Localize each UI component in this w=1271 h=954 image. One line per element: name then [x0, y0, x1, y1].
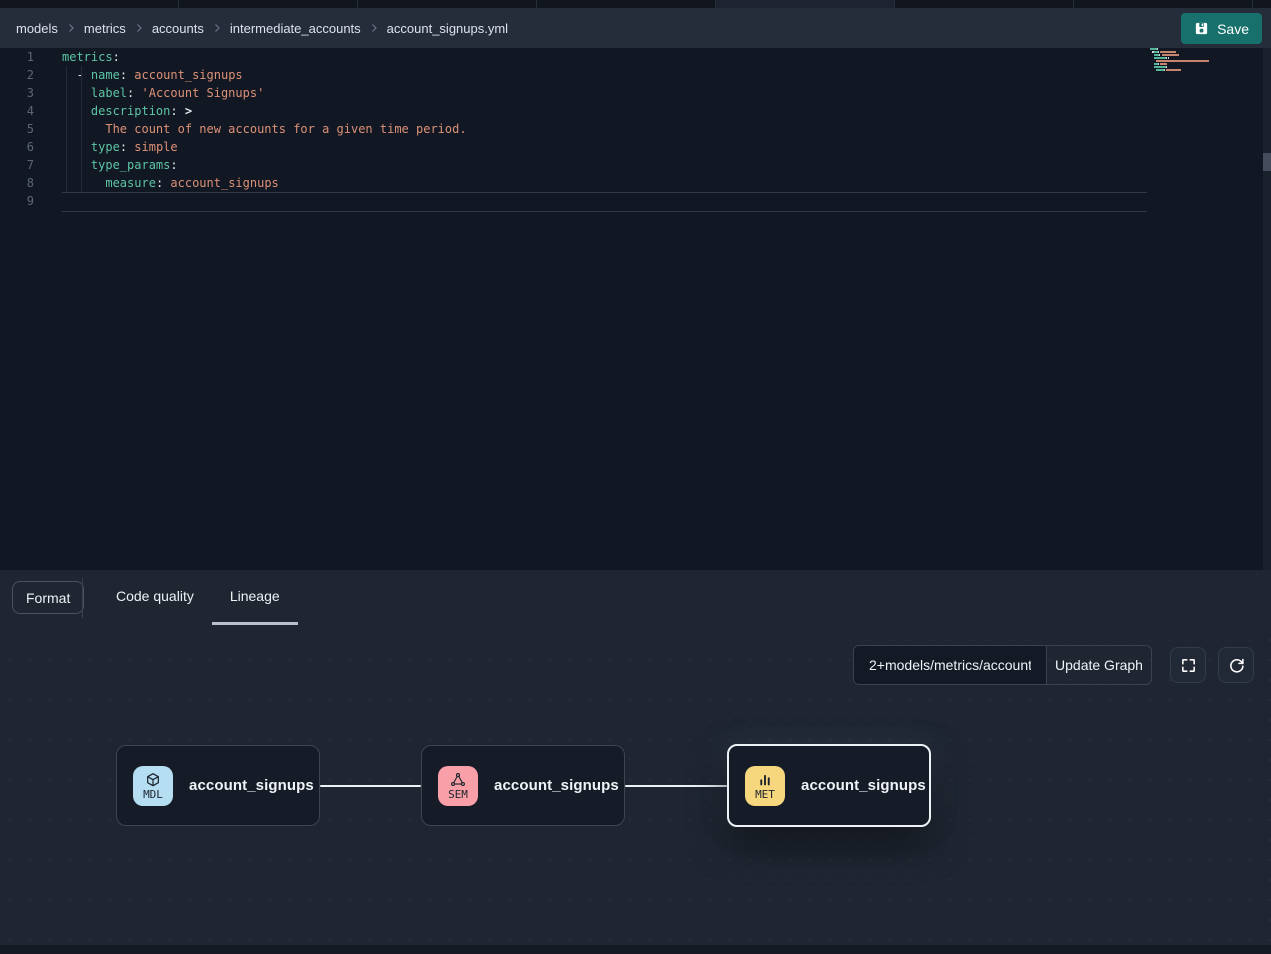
code-line[interactable]: 4 description: > — [0, 102, 1271, 120]
code-line[interactable]: 6 type: simple — [0, 138, 1271, 156]
save-icon — [1194, 21, 1209, 36]
canvas-bottom-strip — [0, 945, 1271, 954]
lineage-node-model[interactable]: MDL account_signups — [116, 745, 320, 826]
chevron-right-icon — [368, 22, 380, 34]
node-label: account_signups — [189, 777, 314, 794]
editor-tab[interactable] — [358, 0, 537, 8]
refresh-button[interactable] — [1218, 647, 1254, 683]
chevron-right-icon — [211, 22, 223, 34]
breadcrumb-item-intermediate-accounts[interactable]: intermediate_accounts — [230, 21, 361, 36]
panel-tabs: Code quality Lineage — [98, 570, 298, 630]
metric-badge: MET — [745, 766, 785, 806]
tab-lineage[interactable]: Lineage — [212, 570, 298, 625]
save-button-label: Save — [1217, 21, 1249, 37]
update-graph-button[interactable]: Update Graph — [1046, 646, 1151, 684]
cube-icon — [145, 772, 161, 788]
editor-tab[interactable] — [1253, 0, 1271, 8]
panel-tabbar: Format Code quality Lineage — [0, 570, 1271, 630]
code-line[interactable]: 5 The count of new accounts for a given … — [0, 120, 1271, 138]
line-number: 2 — [0, 66, 34, 84]
semantic-badge: SEM — [438, 766, 478, 806]
editor-tab[interactable] — [0, 0, 179, 8]
node-label: account_signups — [801, 777, 926, 794]
tab-code-quality[interactable]: Code quality — [98, 570, 212, 625]
indent-guide — [81, 66, 82, 192]
fullscreen-button[interactable] — [1170, 647, 1206, 683]
tabbar-divider — [82, 578, 83, 618]
code-line[interactable]: 9 — [0, 192, 1271, 210]
breadcrumb-item-accounts[interactable]: accounts — [152, 21, 204, 36]
format-button[interactable]: Format — [12, 581, 84, 614]
editor-tab[interactable] — [179, 0, 358, 8]
editor-tab[interactable] — [537, 0, 716, 8]
bar-chart-icon — [757, 772, 773, 788]
line-number: 9 — [0, 192, 34, 210]
code-editor[interactable]: 1metrics:2 - name: account_signups3 labe… — [0, 48, 1271, 570]
breadcrumb-item-filename[interactable]: account_signups.yml — [387, 21, 508, 36]
editor-tab[interactable] — [895, 0, 1074, 8]
semantic-network-icon — [450, 772, 466, 788]
code-line[interactable]: 3 label: 'Account Signups' — [0, 84, 1271, 102]
refresh-icon — [1228, 657, 1245, 674]
lineage-canvas[interactable]: Update Graph — [0, 630, 1271, 954]
bottom-panel: Format Code quality Lineage Update Graph — [0, 570, 1271, 954]
editor-tab[interactable] — [1074, 0, 1253, 8]
code-line[interactable]: 7 type_params: — [0, 156, 1271, 174]
lineage-node-semantic-model[interactable]: SEM account_signups — [421, 745, 625, 826]
code-line[interactable]: 8 measure: account_signups — [0, 174, 1271, 192]
lineage-edge — [625, 785, 727, 787]
line-number: 4 — [0, 102, 34, 120]
chevron-right-icon — [133, 22, 145, 34]
breadcrumb-bar: models metrics accounts intermediate_acc… — [0, 8, 1271, 48]
editor-scrollbar[interactable] — [1263, 48, 1271, 570]
code-lines: 1metrics:2 - name: account_signups3 labe… — [0, 48, 1271, 210]
editor-tab-active[interactable] — [716, 0, 895, 8]
breadcrumb-item-models[interactable]: models — [16, 21, 58, 36]
lineage-selector-group: Update Graph — [853, 645, 1152, 685]
lineage-node-metric[interactable]: MET account_signups — [727, 744, 931, 827]
minimap[interactable] — [1150, 48, 1212, 75]
chevron-right-icon — [65, 22, 77, 34]
line-number: 1 — [0, 48, 34, 66]
badge-label: MDL — [143, 789, 163, 800]
editor-tab-strip — [0, 0, 1271, 8]
code-line[interactable]: 2 - name: account_signups — [0, 66, 1271, 84]
breadcrumb-item-metrics[interactable]: metrics — [84, 21, 126, 36]
code-line[interactable]: 1metrics: — [0, 48, 1271, 66]
editor-scrollbar-thumb[interactable] — [1263, 153, 1271, 171]
line-number: 8 — [0, 174, 34, 192]
breadcrumb: models metrics accounts intermediate_acc… — [16, 21, 508, 36]
line-number: 7 — [0, 156, 34, 174]
line-number: 6 — [0, 138, 34, 156]
model-badge: MDL — [133, 766, 173, 806]
badge-label: MET — [755, 789, 775, 800]
badge-label: SEM — [448, 789, 468, 800]
indent-guide — [66, 66, 67, 192]
lineage-selector-input[interactable] — [854, 646, 1046, 684]
fullscreen-icon — [1180, 657, 1197, 674]
line-number: 3 — [0, 84, 34, 102]
node-label: account_signups — [494, 777, 619, 794]
ide-window: models metrics accounts intermediate_acc… — [0, 0, 1271, 954]
lineage-edge — [320, 785, 421, 787]
save-button[interactable]: Save — [1181, 13, 1262, 44]
line-number: 5 — [0, 120, 34, 138]
